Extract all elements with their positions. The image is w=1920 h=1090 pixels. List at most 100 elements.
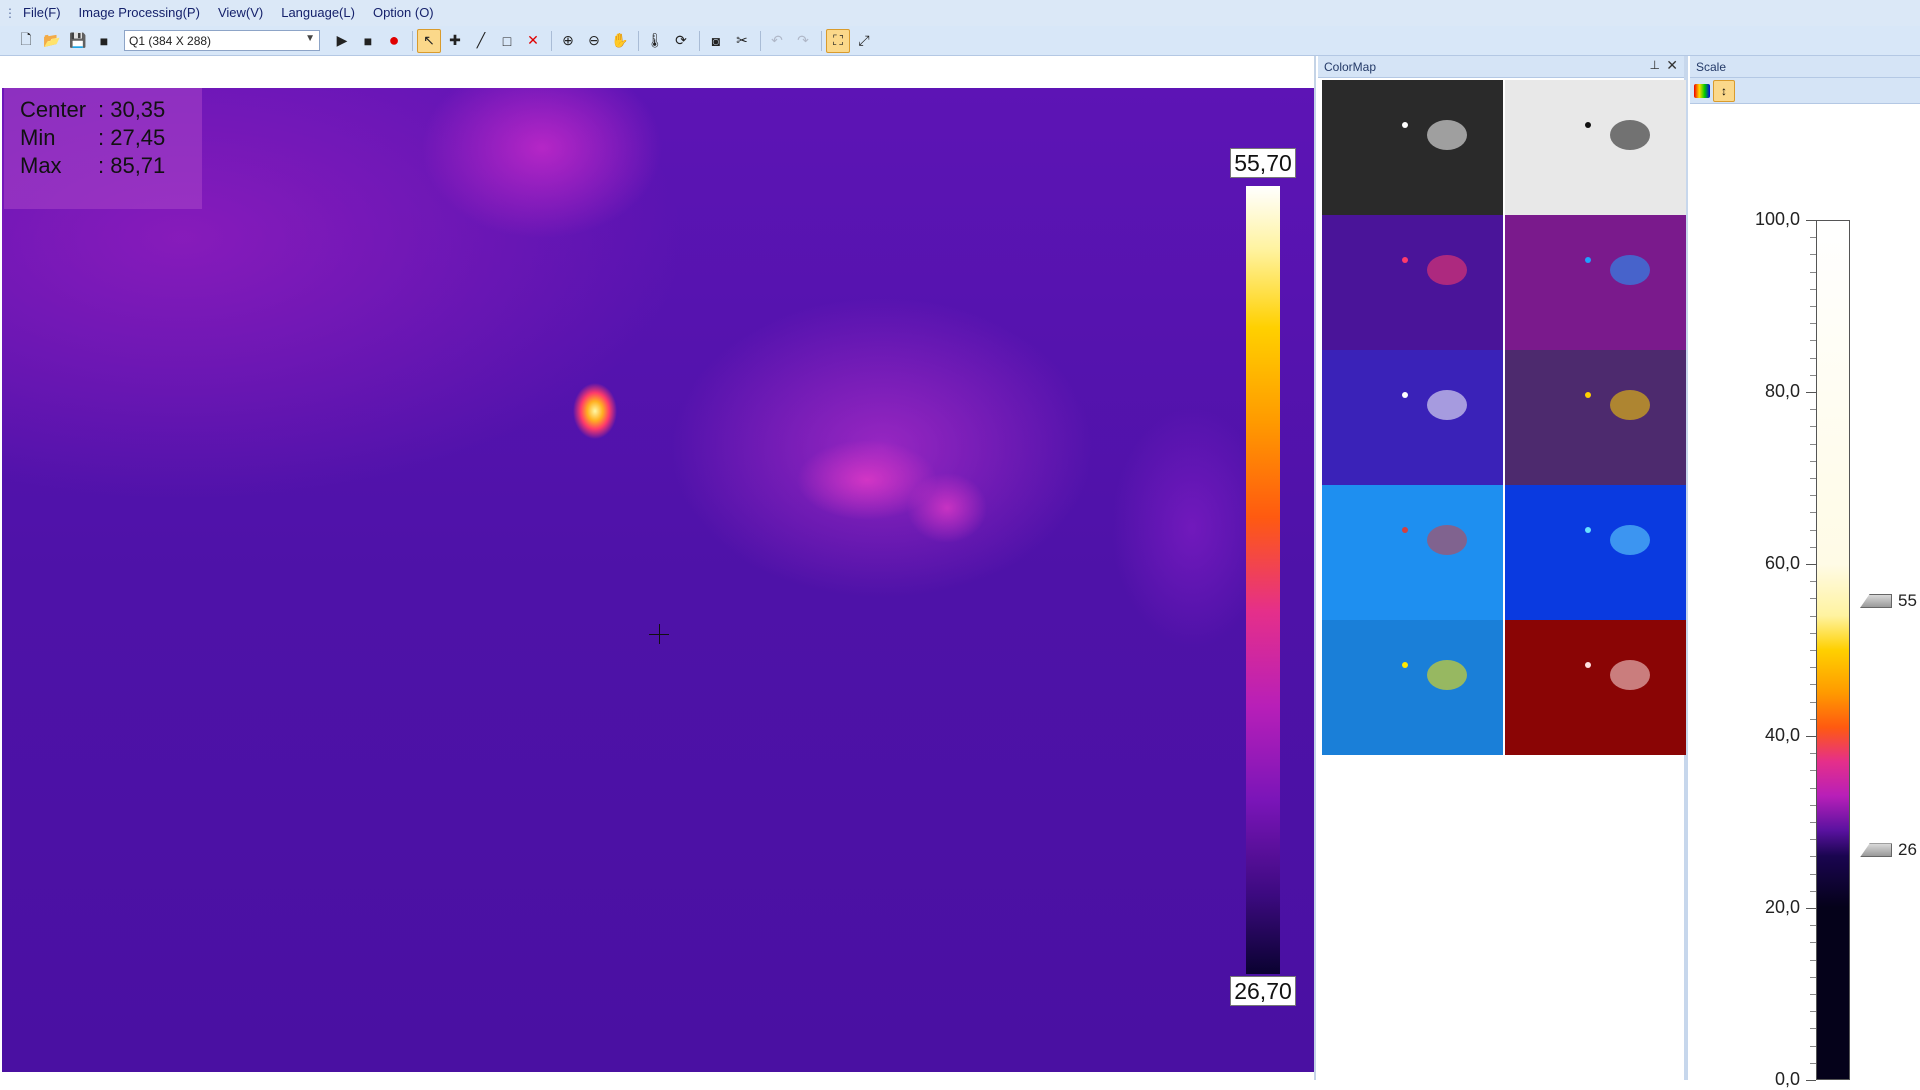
colormap-tile[interactable] bbox=[1505, 80, 1686, 215]
scale-minor-tick bbox=[1810, 1028, 1816, 1030]
scale-minor-tick bbox=[1810, 632, 1816, 634]
colormap-tile-hotspot bbox=[1585, 662, 1591, 668]
open-folder-icon[interactable]: 📂 bbox=[40, 29, 64, 53]
scale-adjust-icon[interactable]: ↕ bbox=[1713, 79, 1735, 102]
colormap-tile-blob bbox=[1610, 390, 1650, 420]
colormap-tile[interactable] bbox=[1322, 80, 1503, 215]
colormap-tile-blob bbox=[1427, 120, 1467, 150]
scale-minor-tick bbox=[1810, 718, 1816, 720]
scale-minor-tick bbox=[1810, 374, 1816, 376]
toolbar-divider bbox=[638, 30, 639, 51]
toolbar-divider bbox=[760, 30, 761, 51]
delete-tool-icon[interactable]: ✕ bbox=[521, 29, 545, 53]
colormap-tile[interactable] bbox=[1505, 215, 1686, 350]
snapshot-icon[interactable]: ◙ bbox=[704, 29, 728, 53]
point-tool-icon[interactable]: ✚ bbox=[443, 29, 467, 53]
colormap-tile-hotspot bbox=[1585, 257, 1591, 263]
menu-language[interactable]: Language(L) bbox=[272, 0, 364, 26]
close-icon[interactable]: ✕ bbox=[1666, 57, 1678, 74]
colormap-tile[interactable] bbox=[1322, 485, 1503, 620]
scale-minor-tick bbox=[1810, 873, 1816, 875]
menu-file[interactable]: File(F) bbox=[14, 0, 70, 26]
pointer-tool-icon[interactable]: ↖ bbox=[417, 28, 441, 53]
scale-minor-tick bbox=[1810, 237, 1816, 239]
menu-view[interactable]: View(V) bbox=[209, 0, 272, 26]
fit-window-icon[interactable]: ⛶ bbox=[826, 28, 850, 53]
scale-minor-tick bbox=[1810, 460, 1816, 462]
scale-color-bar[interactable] bbox=[1816, 220, 1850, 1080]
colormap-tile-blob bbox=[1427, 660, 1467, 690]
colormap-grid bbox=[1322, 80, 1686, 755]
min-value: : 27,45 bbox=[98, 125, 166, 150]
colormap-tile-hotspot bbox=[1402, 392, 1408, 398]
scale-minor-tick bbox=[1810, 409, 1816, 411]
scale-minor-tick bbox=[1810, 839, 1816, 841]
resolution-select-value: Q1 (384 X 288) bbox=[129, 33, 212, 48]
colormap-tile-blob bbox=[1427, 525, 1467, 555]
colormap-tile-blob bbox=[1427, 390, 1467, 420]
record-icon[interactable]: ● bbox=[382, 29, 406, 53]
scale-minor-tick bbox=[1810, 512, 1816, 514]
scale-range-marker[interactable]: 55 bbox=[1860, 591, 1917, 611]
camera-icon[interactable]: ■ bbox=[92, 29, 116, 53]
scale-minor-tick bbox=[1810, 701, 1816, 703]
scale-tick-label: 100,0 bbox=[1754, 209, 1800, 229]
colormap-tile[interactable] bbox=[1505, 485, 1686, 620]
redo-icon[interactable]: ↷ bbox=[791, 29, 815, 53]
new-file-icon[interactable]: 🗋 bbox=[14, 29, 38, 53]
refresh-icon[interactable]: ⟳ bbox=[669, 29, 693, 53]
legend-max-value: 55,70 bbox=[1230, 148, 1296, 178]
tools-icon[interactable]: ✂ bbox=[730, 29, 754, 53]
zoom-in-icon[interactable]: ⊕ bbox=[556, 29, 580, 53]
scale-minor-tick bbox=[1810, 770, 1816, 772]
thermal-image[interactable] bbox=[2, 88, 1314, 1072]
scale-axis: 100,0 80,0 60,0 40,0 20,0 0,0 55 26 bbox=[1690, 104, 1920, 1089]
readout-center-row: Center : 30,35 bbox=[20, 96, 202, 124]
scale-minor-tick bbox=[1810, 1045, 1816, 1047]
stop-icon[interactable]: ■ bbox=[356, 29, 380, 53]
resolution-select[interactable]: Q1 (384 X 288) ▼ bbox=[124, 30, 320, 51]
pin-icon[interactable]: ⊥ bbox=[1650, 58, 1660, 72]
colormap-tile-hotspot bbox=[1402, 122, 1408, 128]
colormap-tile-blob bbox=[1610, 255, 1650, 285]
legend-min-value: 26,70 bbox=[1230, 976, 1296, 1006]
colormap-tile-hotspot bbox=[1585, 122, 1591, 128]
crosshair-icon bbox=[659, 624, 660, 644]
scale-tick bbox=[1806, 908, 1816, 909]
palette-icon[interactable] bbox=[1694, 83, 1710, 98]
scale-tick bbox=[1806, 392, 1816, 393]
colormap-tile-hotspot bbox=[1585, 392, 1591, 398]
rectangle-tool-icon[interactable]: □ bbox=[495, 29, 519, 53]
scale-minor-tick bbox=[1810, 684, 1816, 686]
scale-minor-tick bbox=[1810, 804, 1816, 806]
colormap-panel: ColorMap ⊥ ✕ bbox=[1318, 56, 1688, 1080]
thermometer-icon[interactable]: 🌡 bbox=[643, 29, 667, 53]
scale-range-marker[interactable]: 26 bbox=[1860, 840, 1917, 860]
line-tool-icon[interactable]: ╱ bbox=[469, 29, 493, 53]
play-icon[interactable]: ▶ bbox=[330, 29, 354, 53]
scale-minor-tick bbox=[1810, 822, 1816, 823]
min-label: Min bbox=[20, 125, 56, 150]
menu-bar: ⋮ File(F) Image Processing(P) View(V) La… bbox=[0, 0, 1920, 26]
scale-minor-tick bbox=[1810, 667, 1816, 669]
save-icon[interactable]: 💾 bbox=[66, 29, 90, 53]
menu-image-processing[interactable]: Image Processing(P) bbox=[70, 0, 209, 26]
zoom-out-icon[interactable]: ⊖ bbox=[582, 29, 606, 53]
colormap-tile[interactable] bbox=[1322, 620, 1503, 755]
colormap-tile[interactable] bbox=[1322, 350, 1503, 485]
scale-minor-tick bbox=[1810, 598, 1816, 600]
colormap-tile-hotspot bbox=[1402, 257, 1408, 263]
undo-icon[interactable]: ↶ bbox=[765, 29, 789, 53]
scale-tick bbox=[1806, 220, 1816, 221]
toolbar: 🗋 📂 💾 ■ Q1 (384 X 288) ▼ ▶ ■ ● ↖ ✚ ╱ □ ✕… bbox=[0, 26, 1920, 56]
toolbar-divider bbox=[821, 30, 822, 51]
pan-hand-icon[interactable]: ✋ bbox=[608, 29, 632, 53]
colormap-tile[interactable] bbox=[1505, 350, 1686, 485]
scale-tick bbox=[1806, 1080, 1816, 1081]
chevron-down-icon: ▼ bbox=[305, 33, 315, 44]
fullscreen-icon[interactable]: ⤢ bbox=[852, 29, 876, 53]
menu-option[interactable]: Option (O) bbox=[364, 0, 443, 26]
colormap-tile[interactable] bbox=[1322, 215, 1503, 350]
scale-minor-tick bbox=[1810, 942, 1816, 944]
colormap-tile[interactable] bbox=[1505, 620, 1686, 755]
